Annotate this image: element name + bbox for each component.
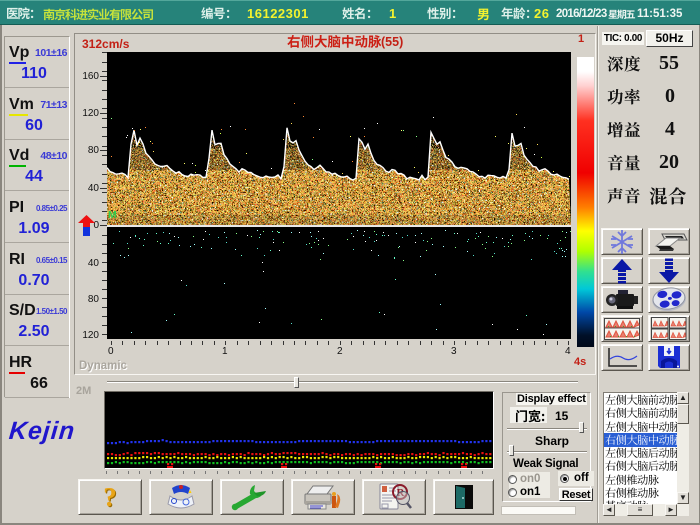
svg-text:M: M [108, 209, 117, 221]
